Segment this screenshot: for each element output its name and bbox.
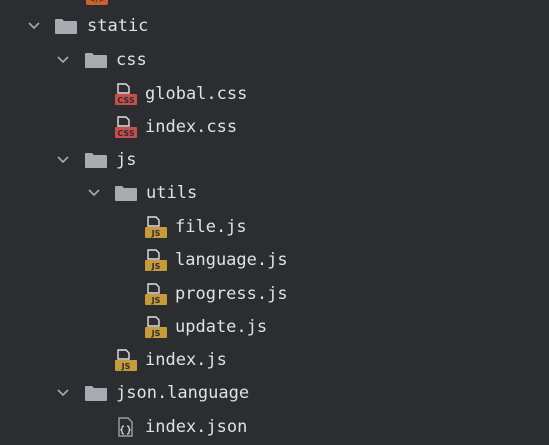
css-file-icon: CSS: [115, 83, 137, 105]
tree-node-js[interactable]: js: [0, 143, 549, 176]
tree-node-label: json.language: [116, 383, 250, 403]
tree-node-label: global.css: [145, 84, 248, 104]
tree-node-global-css[interactable]: CSS global.css: [0, 77, 549, 110]
tree-node-label: static: [87, 16, 149, 36]
folder-icon: [115, 186, 137, 201]
tree-node-label: progress.js: [175, 284, 288, 304]
folder-icon: [85, 53, 107, 68]
svg-text:JS: JS: [151, 296, 161, 305]
svg-text:JS: JS: [121, 362, 131, 371]
svg-text:</>: </>: [89, 0, 105, 4]
folder-icon: [85, 153, 107, 168]
folder-icon: [55, 19, 77, 34]
tree-node-index-css[interactable]: CSS index.css: [0, 110, 549, 143]
svg-text:JS: JS: [151, 229, 161, 238]
svg-text:JS: JS: [151, 262, 161, 271]
tree-node-update-js[interactable]: JS update.js: [0, 310, 549, 343]
tree-node-index-json[interactable]: index.json: [0, 410, 549, 443]
tree-node-label: index.css: [145, 117, 238, 137]
tree-node-label: js: [116, 150, 137, 170]
partial-file-icon: </>: [86, 0, 108, 5]
tree-node-label: css: [116, 50, 147, 70]
tree-node-file-js[interactable]: JS file.js: [0, 210, 549, 243]
chevron-down-icon[interactable]: [55, 151, 71, 167]
js-file-icon: JS: [145, 316, 167, 338]
tree-node-json-language[interactable]: json.language: [0, 376, 549, 409]
tree-node-css[interactable]: css: [0, 43, 549, 76]
chevron-down-icon[interactable]: [55, 384, 71, 400]
tree-node-language-js[interactable]: JS language.js: [0, 243, 549, 276]
svg-text:CSS: CSS: [117, 96, 134, 105]
chevron-down-icon[interactable]: [26, 17, 42, 33]
tree-node-utils[interactable]: utils: [0, 176, 549, 209]
chevron-down-icon[interactable]: [55, 51, 71, 67]
tree-node-index-js[interactable]: JS index.js: [0, 343, 549, 376]
tree-node-static[interactable]: static: [0, 9, 549, 42]
js-file-icon: JS: [115, 349, 137, 371]
js-file-icon: JS: [145, 249, 167, 271]
chevron-down-icon[interactable]: [86, 184, 102, 200]
tree-node-label: language.js: [175, 250, 288, 270]
js-file-icon: JS: [145, 216, 167, 238]
tree-node-label: file.js: [175, 217, 247, 237]
json-file-icon: [118, 417, 133, 437]
js-file-icon: JS: [145, 283, 167, 305]
tree-node-label: index.json: [145, 417, 248, 437]
tree-node-label: update.js: [175, 317, 268, 337]
tree-node-label: index.js: [145, 350, 227, 370]
tree-node-progress-js[interactable]: JS progress.js: [0, 277, 549, 310]
folder-icon: [85, 386, 107, 401]
project-tree: </> static css CSS global.css: [0, 0, 549, 445]
css-file-icon: CSS: [115, 116, 137, 138]
svg-text:CSS: CSS: [117, 129, 134, 138]
tree-node-label: utils: [146, 183, 198, 203]
svg-text:JS: JS: [151, 329, 161, 338]
